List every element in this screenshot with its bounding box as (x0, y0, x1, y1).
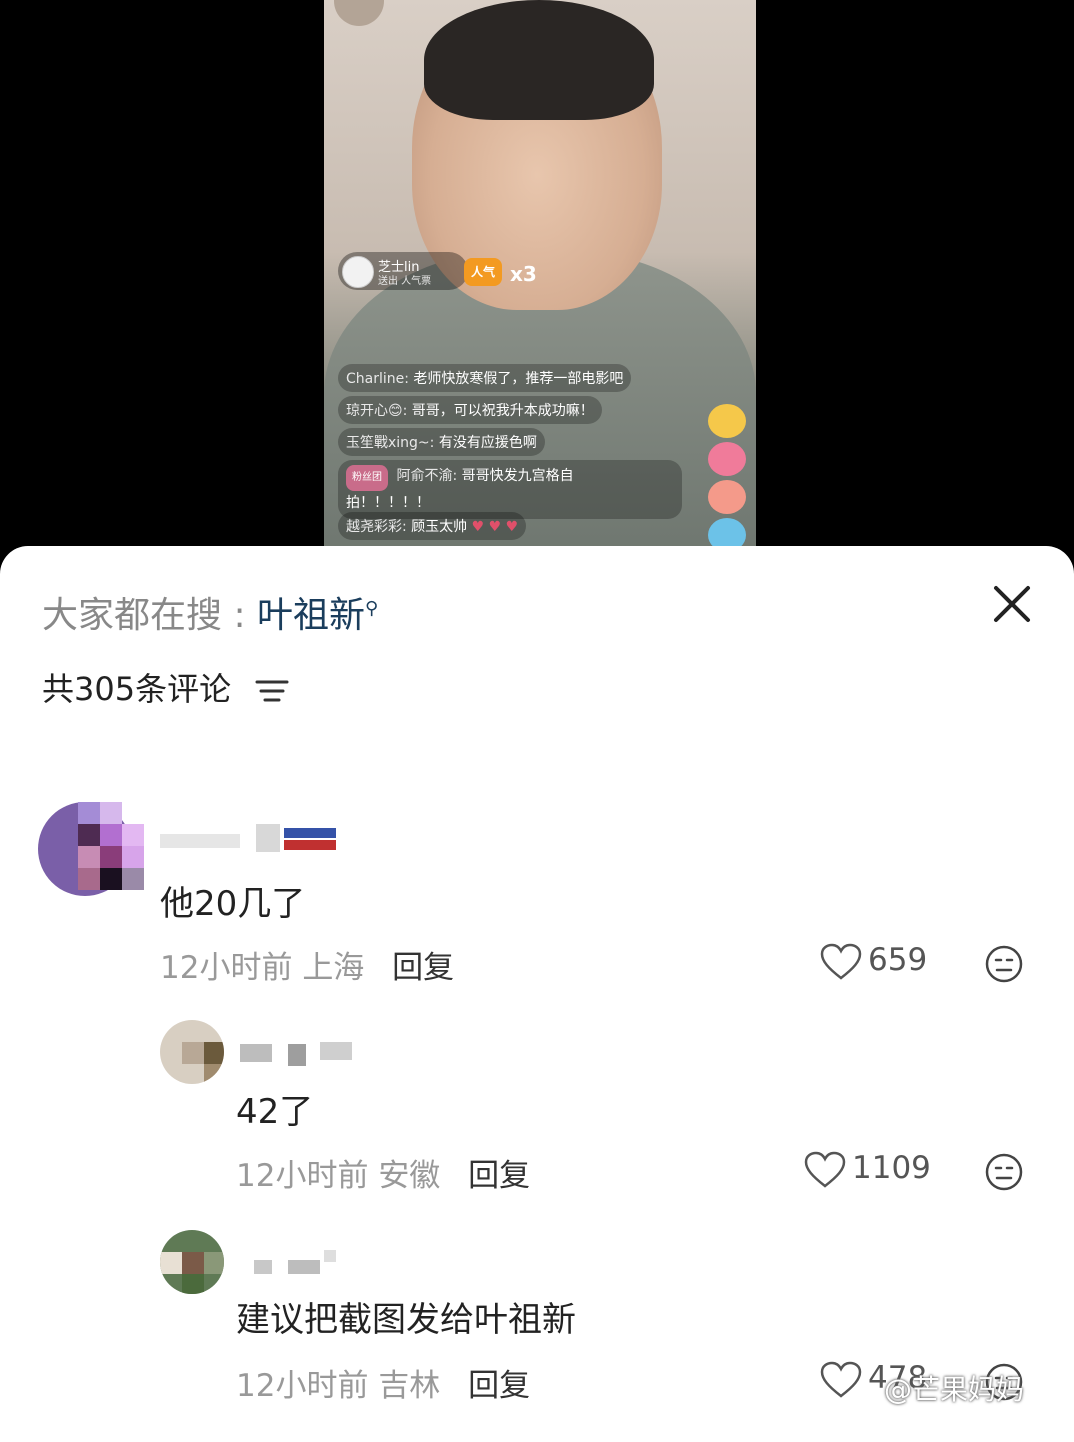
chat-text: 顾玉太帅 (411, 519, 468, 535)
chat-user: 玉笙戰xing~: (346, 435, 435, 451)
comment-text: 42了 (236, 1092, 314, 1132)
chat-user: 琼开心😊: (346, 403, 408, 419)
reply-button[interactable]: 回复 (468, 1368, 530, 1404)
like-button[interactable]: 659 (820, 942, 927, 981)
comment-count-row: 共305条评论 (42, 664, 289, 710)
sticker-stack (708, 404, 750, 556)
dislike-emoji-icon[interactable] (984, 1152, 1024, 1192)
comment-meta: 12小时前 上海 回复 (160, 942, 454, 987)
wall-decoration (334, 0, 384, 26)
like-count: 1109 (852, 1150, 931, 1186)
username-blurred[interactable] (240, 1250, 350, 1276)
avatar[interactable] (160, 1020, 224, 1084)
fan-club-badge: 粉丝团 (346, 465, 388, 491)
chat-text: 老师快放寒假了，推荐一部电影吧 (413, 371, 624, 387)
search-term-link[interactable]: 叶祖新⚲ (257, 595, 378, 636)
comments-sheet: 大家都在搜 : 叶祖新⚲ 共305条评论 他20几了 12小时前 上海 回复 6… (0, 546, 1074, 1442)
heart-icon (820, 943, 862, 980)
heart-emoji-icon: ♥ ♥ ♥ (471, 519, 519, 535)
comment-location: 上海 (302, 950, 365, 986)
star-sticker-icon (708, 404, 746, 438)
search-icon: ⚲ (365, 598, 379, 619)
username-blurred[interactable] (160, 824, 340, 854)
chat-message: 越尧彩彩: 顾玉太帅 ♥ ♥ ♥ (338, 512, 527, 540)
like-count: 659 (868, 942, 928, 978)
comment-text: 建议把截图发给叶祖新 (236, 1300, 576, 1340)
avatar[interactable] (160, 1230, 224, 1294)
comment-count: 共305条评论 (42, 670, 232, 708)
chat-text: 哥哥，可以祝我升本成功嘛！ (411, 403, 594, 419)
chat-text-continued: 拍！！！！！ (346, 495, 430, 511)
chat-user: Charline: (346, 371, 409, 387)
sort-filter-icon[interactable] (255, 677, 289, 705)
comment-location: 吉林 (378, 1368, 441, 1404)
gift-notification: 芝士lin 送出 人气票 (338, 252, 468, 290)
close-icon[interactable] (988, 580, 1036, 628)
search-prefix: 大家都在搜 : (42, 595, 246, 636)
popularity-ticket-icon: 人气 (464, 258, 502, 286)
chat-message: 琼开心😊: 哥哥，可以祝我升本成功嘛！ (338, 396, 602, 424)
chat-text: 哥哥快发九宫格自 (461, 468, 574, 484)
comment-meta: 12小时前 安徽 回复 (236, 1150, 530, 1195)
chat-message: Charline: 老师快放寒假了，推荐一部电影吧 (338, 364, 632, 392)
comment-time: 12小时前 (236, 1368, 369, 1404)
like-button[interactable]: 1109 (804, 1150, 931, 1189)
chat-user: 阿俞不渝: (396, 468, 458, 484)
heart-icon (820, 1361, 862, 1398)
avatar[interactable] (38, 802, 144, 896)
gift-action: 送出 人气票 (378, 276, 432, 287)
chat-user: 越尧彩彩: (346, 519, 407, 535)
dislike-emoji-icon[interactable] (984, 944, 1024, 984)
face-sticker-icon (708, 480, 746, 514)
weibo-watermark: @芒果妈妈 (884, 1373, 1025, 1406)
reply-button[interactable]: 回复 (468, 1158, 530, 1194)
trending-search[interactable]: 大家都在搜 : 叶祖新⚲ (42, 586, 378, 638)
reply-button[interactable]: 回复 (392, 950, 454, 986)
gift-count: x3 (510, 262, 537, 286)
comment-text: 他20几了 (160, 884, 306, 924)
username-blurred[interactable] (240, 1040, 360, 1066)
chat-text: 有没有应援色啊 (438, 435, 537, 451)
comment-time: 12小时前 (236, 1158, 369, 1194)
gift-sender-avatar (342, 256, 374, 288)
comment-meta: 12小时前 吉林 回复 (236, 1360, 530, 1405)
comment-time: 12小时前 (160, 950, 293, 986)
chat-message: 粉丝团 阿俞不渝: 哥哥快发九宫格自 拍！！！！！ (338, 460, 682, 519)
flower-sticker-icon (708, 442, 746, 476)
comment-location: 安徽 (378, 1158, 441, 1194)
chat-message: 玉笙戰xing~: 有没有应援色啊 (338, 428, 545, 456)
heart-icon (804, 1151, 846, 1188)
streamer-hair (424, 0, 654, 120)
live-video-frame[interactable]: 芝士lin 送出 人气票 人气 x3 Charline: 老师快放寒假了，推荐一… (324, 0, 756, 560)
